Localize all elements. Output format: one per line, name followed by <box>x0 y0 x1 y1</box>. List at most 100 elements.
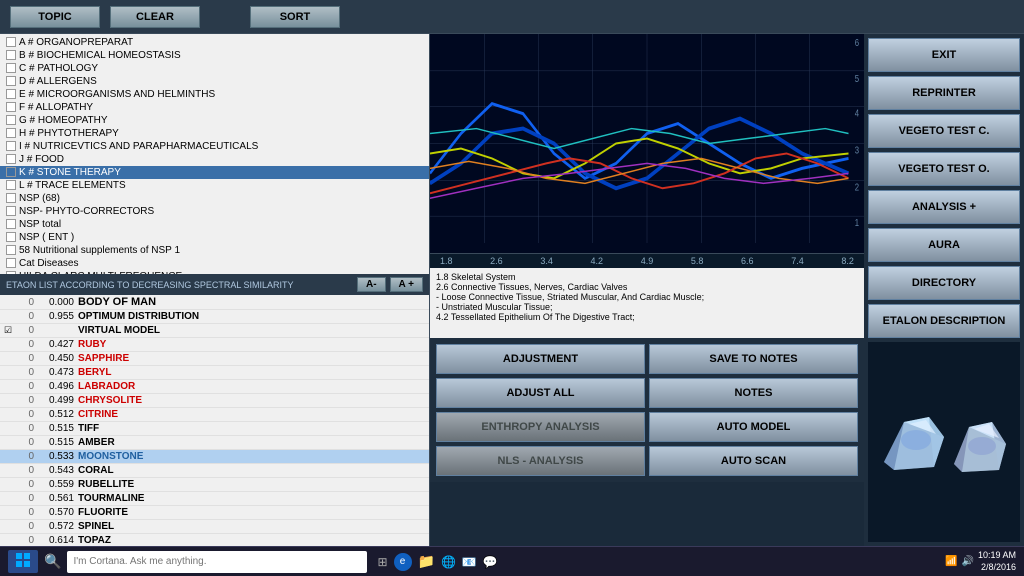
etaon-checkbox: ☑ <box>4 325 16 336</box>
info-line: 1.8 Skeletal System <box>436 272 858 282</box>
topic-label: D # ALLERGENS <box>19 76 97 87</box>
start-button[interactable] <box>8 550 38 573</box>
windows-icon <box>16 553 30 567</box>
info-line: 2.6 Connective Tissues, Nerves, Cardiac … <box>436 282 858 292</box>
topic-item[interactable]: I # NUTRICEVTICS AND PARAPHARMACEUTICALS <box>0 140 429 153</box>
etaon-name: CHRYSOLITE <box>78 395 425 406</box>
topic-item[interactable]: G # HOMEOPATHY <box>0 114 429 127</box>
ie-icon[interactable]: e <box>394 553 412 571</box>
etaon-row[interactable]: 00.473BERYL <box>0 366 429 380</box>
svg-text:6: 6 <box>855 37 859 48</box>
center-panel: 6 5 4 3 2 1 <box>430 34 864 546</box>
etaon-value: 0.515 <box>38 423 74 434</box>
etaon-row[interactable]: 00.496LABRADOR <box>0 380 429 394</box>
topic-item[interactable]: NSP- PHYTO-CORRECTORS <box>0 205 429 218</box>
analysis-plus-button[interactable]: ANALYSIS + <box>868 190 1020 224</box>
topic-label: E # MICROORGANISMS AND HELMINTHS <box>19 89 215 100</box>
topic-item[interactable]: C # PATHOLOGY <box>0 62 429 75</box>
topic-item[interactable]: Cat Diseases <box>0 257 429 270</box>
chart-area: 6 5 4 3 2 1 <box>430 34 864 254</box>
etaon-header: ETAON LIST ACCORDING TO DECREASING SPECT… <box>0 274 429 295</box>
auto-scan-button[interactable]: AUTO SCAN <box>649 446 858 476</box>
etaon-count: 0 <box>20 395 34 406</box>
etaon-row[interactable]: 00.614TOPAZ <box>0 534 429 546</box>
directory-button[interactable]: DIRECTORY <box>868 266 1020 300</box>
task-view-icon[interactable]: ⊞ <box>377 555 387 569</box>
auto-model-button[interactable]: AUTO MODEL <box>649 412 858 442</box>
aura-button[interactable]: AURA <box>868 228 1020 262</box>
clear-button[interactable]: CLEAR <box>110 6 200 28</box>
etaon-row[interactable]: 00.450SAPPHIRE <box>0 352 429 366</box>
etaon-row[interactable]: 00.512CITRINE <box>0 408 429 422</box>
topic-item[interactable]: J # FOOD <box>0 153 429 166</box>
etaon-row[interactable]: 00.559RUBELLITE <box>0 478 429 492</box>
a-minus-button[interactable]: A- <box>357 277 386 292</box>
vegeto-test-o-button[interactable]: VEGETO TEST O. <box>868 152 1020 186</box>
etalon-description-button[interactable]: ETALON DESCRIPTION <box>868 304 1020 338</box>
adjustment-button[interactable]: ADJUSTMENT <box>436 344 645 374</box>
etaon-row[interactable]: 00.499CHRYSOLITE <box>0 394 429 408</box>
topic-item[interactable]: 58 Nutritional supplements of NSP 1 <box>0 244 429 257</box>
etaon-value: 0.496 <box>38 381 74 392</box>
etaon-row[interactable]: 00.572SPINEL <box>0 520 429 534</box>
topic-item[interactable]: A # ORGANOPREPARAT <box>0 36 429 49</box>
search-input[interactable] <box>73 556 361 567</box>
topic-item[interactable]: K # STONE THERAPY <box>0 166 429 179</box>
topic-checkbox <box>6 102 16 112</box>
sort-button[interactable]: SORT <box>250 6 340 28</box>
network-icon: 📶 <box>945 556 957 567</box>
topic-item[interactable]: NSP ( ENT ) <box>0 231 429 244</box>
topic-item[interactable]: E # MICROORGANISMS AND HELMINTHS <box>0 88 429 101</box>
exit-button[interactable]: EXIT <box>868 38 1020 72</box>
info-line: - Loose Connective Tissue, Striated Musc… <box>436 292 858 302</box>
etaon-row[interactable]: 00.515AMBER <box>0 436 429 450</box>
etaon-row[interactable]: 00.955OPTIMUM DISTRIBUTION <box>0 310 429 324</box>
info-line: - Unstriated Muscular Tissue; <box>436 302 858 312</box>
stone-gems-svg <box>874 402 1014 482</box>
etaon-row[interactable]: 00.570FLUORITE <box>0 506 429 520</box>
etaon-row[interactable]: ☑0VIRTUAL MODEL <box>0 324 429 338</box>
svg-text:2: 2 <box>855 181 859 192</box>
info-line: 4.2 Tessellated Epithelium Of The Digest… <box>436 312 858 322</box>
vegeto-test-c-button[interactable]: VEGETO TEST C. <box>868 114 1020 148</box>
etaon-value: 0.512 <box>38 409 74 420</box>
topic-item[interactable]: F # ALLOPATHY <box>0 101 429 114</box>
topic-label: F # ALLOPATHY <box>19 102 93 113</box>
save-to-notes-button[interactable]: SAVE TO NOTES <box>649 344 858 374</box>
etaon-row[interactable]: 00.543CORAL <box>0 464 429 478</box>
a-plus-button[interactable]: A + <box>390 277 423 292</box>
etaon-row[interactable]: 00.515TIFF <box>0 422 429 436</box>
etaon-row[interactable]: 00.533MOONSTONE <box>0 450 429 464</box>
etaon-value: 0.000 <box>38 297 74 308</box>
topic-item[interactable]: B # BIOCHEMICAL HOMEOSTASIS <box>0 49 429 62</box>
etaon-count: 0 <box>20 325 34 336</box>
topic-item[interactable]: L # TRACE ELEMENTS <box>0 179 429 192</box>
cortana-icon[interactable]: 🔍 <box>44 553 61 570</box>
topic-item[interactable]: D # ALLERGENS <box>0 75 429 88</box>
notes-button[interactable]: NOTES <box>649 378 858 408</box>
etaon-name: MOONSTONE <box>78 451 425 462</box>
taskbar-search[interactable] <box>67 551 367 573</box>
topic-button[interactable]: TOPIC <box>10 6 100 28</box>
adjust-all-button[interactable]: ADJUST ALL <box>436 378 645 408</box>
topic-checkbox <box>6 219 16 229</box>
app-icon-2[interactable]: 📧 <box>462 555 477 569</box>
etaon-row[interactable]: 00.427RUBY <box>0 338 429 352</box>
etaon-name: RUBY <box>78 339 425 350</box>
explorer-icon[interactable]: 📁 <box>418 553 435 570</box>
topic-item[interactable]: H # PHYTOTHERAPY <box>0 127 429 140</box>
topic-label: K # STONE THERAPY <box>19 167 121 178</box>
topic-item[interactable]: NSP (68) <box>0 192 429 205</box>
topic-label: J # FOOD <box>19 154 64 165</box>
topic-checkbox <box>6 245 16 255</box>
etaon-count: 0 <box>20 535 34 546</box>
etaon-name: BODY OF MAN <box>78 296 425 308</box>
topic-item[interactable]: NSP total <box>0 218 429 231</box>
reprinter-button[interactable]: REPRINTER <box>868 76 1020 110</box>
etaon-row[interactable]: 00.000BODY OF MAN <box>0 295 429 310</box>
app-icon-1[interactable]: 🌐 <box>441 555 456 569</box>
etaon-count: 0 <box>20 493 34 504</box>
app-icon-3[interactable]: 💬 <box>483 555 498 569</box>
topic-checkbox <box>6 115 16 125</box>
etaon-row[interactable]: 00.561TOURMALINE <box>0 492 429 506</box>
